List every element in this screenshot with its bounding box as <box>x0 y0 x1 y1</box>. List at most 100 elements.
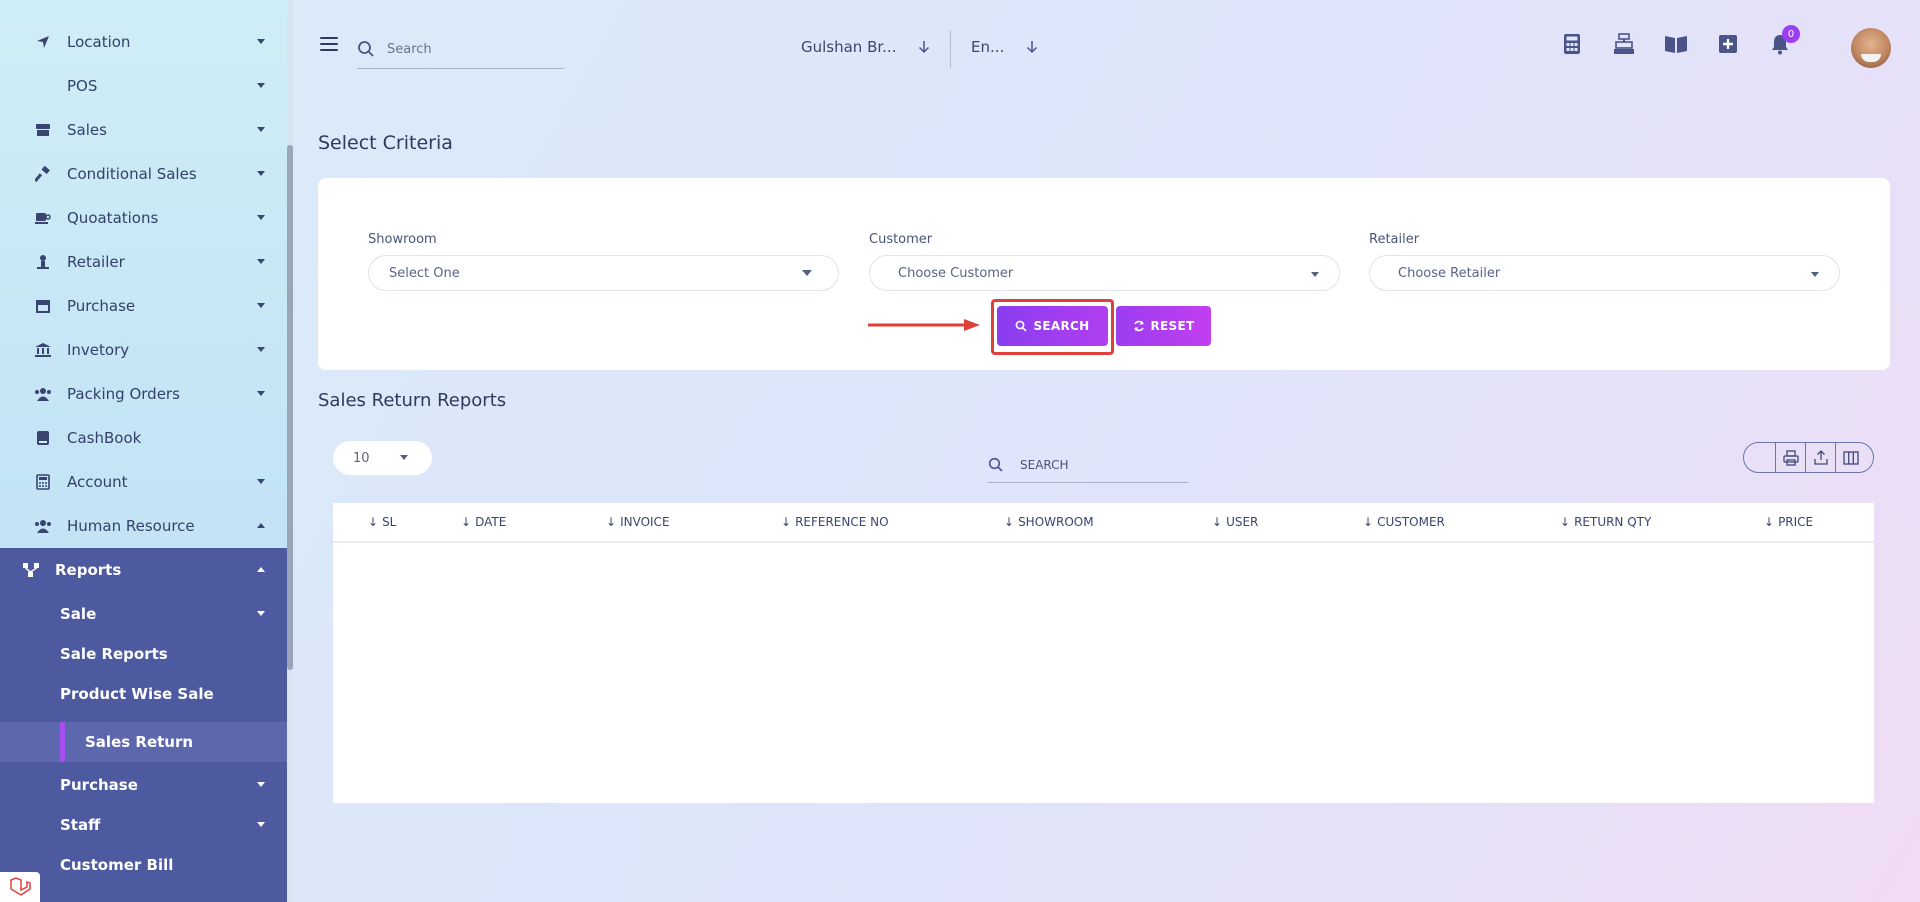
column-header-invoice[interactable]: ↓ INVOICE <box>606 515 670 529</box>
sidebar-subitem-purchase[interactable]: Purchase <box>0 765 287 805</box>
sidebar-item-label: CashBook <box>67 429 142 447</box>
column-header-date[interactable]: ↓ DATE <box>461 515 506 529</box>
column-header-sl[interactable]: ↓ SL <box>368 515 396 529</box>
column-header-price[interactable]: ↓ PRICE <box>1764 515 1813 529</box>
caret-down-icon <box>1811 272 1819 277</box>
laravel-icon[interactable] <box>0 872 40 902</box>
section-title: Sales Return Reports <box>318 390 507 411</box>
store-icon <box>34 121 52 139</box>
column-header-label: PRICE <box>1778 515 1814 529</box>
chevron-down-icon <box>257 127 265 132</box>
branch-dropdown[interactable]: Gulshan Br... <box>801 34 930 60</box>
hammer-icon <box>34 165 52 183</box>
column-header-label: SHOWROOM <box>1018 515 1094 529</box>
language-dropdown[interactable]: En... <box>971 34 1038 60</box>
sidebar-item-label: Sale <box>60 605 97 623</box>
column-header-showroom[interactable]: ↓ SHOWROOM <box>1004 515 1094 529</box>
reset-button-label: RESET <box>1150 319 1195 333</box>
sidebar-subitem-sales-return[interactable]: Sales Return <box>0 722 287 762</box>
calculator-icon <box>34 473 52 491</box>
sort-arrow-icon: ↓ <box>1212 515 1223 529</box>
caret-down-icon <box>1311 272 1319 277</box>
chevron-down-icon <box>257 611 265 616</box>
refresh-icon <box>1133 320 1145 332</box>
annotation-arrow <box>868 319 980 331</box>
chevron-down-icon <box>257 215 265 220</box>
sidebar-item-account[interactable]: Account <box>0 460 287 504</box>
column-header-return-qty[interactable]: ↓ RETURN QTY <box>1560 515 1651 529</box>
print-icon[interactable] <box>1775 443 1805 472</box>
sidebar-subitem-sale-reports[interactable]: Sale Reports <box>0 634 287 674</box>
calculator-icon[interactable] <box>1560 32 1584 56</box>
person-icon <box>34 253 52 271</box>
open-book-icon[interactable] <box>1664 32 1688 56</box>
search-icon <box>357 40 375 58</box>
sidebar-item-sales[interactable]: Sales <box>0 108 287 152</box>
sidebar-item-packing-orders[interactable]: Packing Orders <box>0 372 287 416</box>
sort-arrow-icon: ↓ <box>1764 515 1775 529</box>
sidebar-scrollbar-thumb[interactable] <box>287 145 293 670</box>
users-icon <box>34 385 52 403</box>
showroom-select[interactable]: Select One <box>368 255 839 291</box>
table-search-input[interactable] <box>1020 457 1170 472</box>
sidebar-item-conditional-sales[interactable]: Conditional Sales <box>0 152 287 196</box>
sidebar-item-label: Staff <box>60 816 101 834</box>
topbar-actions: 0 <box>1560 25 1800 60</box>
per-page-value: 10 <box>353 450 370 466</box>
users-icon <box>34 517 52 535</box>
page-title: Select Criteria <box>318 132 453 154</box>
sidebar-subitem-product-wise-sale[interactable]: Product Wise Sale <box>0 674 287 714</box>
search-button[interactable]: SEARCH <box>997 306 1108 346</box>
network-icon <box>22 562 40 578</box>
sidebar-item-label: Purchase <box>60 776 138 794</box>
sidebar-item-location[interactable]: Location <box>0 20 287 64</box>
sidebar-item-label: Location <box>67 33 131 51</box>
chevron-down-icon <box>257 259 265 264</box>
avatar[interactable] <box>1851 28 1891 68</box>
export-icon[interactable] <box>1805 443 1835 472</box>
divider <box>950 30 951 68</box>
pos-icon <box>34 77 52 95</box>
search-icon <box>988 457 1004 473</box>
hamburger-menu-icon[interactable] <box>320 37 338 51</box>
sidebar-subitem-sale[interactable]: Sale <box>0 594 287 634</box>
retailer-select[interactable]: Choose Retailer <box>1369 255 1840 291</box>
chevron-down-icon <box>257 39 265 44</box>
sidebar-item-retailer[interactable]: Retailer <box>0 240 287 284</box>
chevron-down-icon <box>257 391 265 396</box>
sidebar-item-cashbook[interactable]: CashBook <box>0 416 287 460</box>
table-header: ↓ SL ↓ DATE ↓ INVOICE ↓ REFERENCE NO ↓ SHOWRO… <box>333 503 1874 543</box>
chevron-down-icon <box>257 171 265 176</box>
sidebar-item-purchase[interactable]: Purchase <box>0 284 287 328</box>
customer-select-value: Choose Customer <box>898 265 1014 281</box>
sidebar-item-label: Sale Reports <box>60 645 168 663</box>
sidebar-item-invetory[interactable]: Invetory <box>0 328 287 372</box>
sidebar-item-human-resource[interactable]: Human Resource <box>0 504 287 548</box>
columns-icon[interactable] <box>1835 443 1865 472</box>
topbar: Gulshan Br... En... 0 <box>293 0 1920 95</box>
active-indicator <box>60 722 65 762</box>
column-header-label: USER <box>1226 515 1259 529</box>
search-button-label: SEARCH <box>1033 319 1090 333</box>
sidebar-item-quoatations[interactable]: Quoatations <box>0 196 287 240</box>
sidebar-subitem-staff[interactable]: Staff <box>0 805 287 845</box>
column-header-customer[interactable]: ↓ CUSTOMER <box>1363 515 1445 529</box>
column-header-user[interactable]: ↓ USER <box>1212 515 1258 529</box>
plus-square-icon[interactable] <box>1716 32 1740 56</box>
column-header-reference-no[interactable]: ↓ REFERENCE NO <box>781 515 889 529</box>
sidebar-item-reports[interactable]: Reports <box>0 550 287 590</box>
sidebar-item-label: Retailer <box>67 253 125 271</box>
chevron-down-icon <box>257 822 265 827</box>
search-input[interactable] <box>387 41 547 57</box>
customer-select[interactable]: Choose Customer <box>869 255 1340 291</box>
bell-icon[interactable]: 0 <box>1768 25 1800 56</box>
sidebar-subitem-customer-bill[interactable]: Customer Bill <box>0 845 287 885</box>
chevron-down-icon <box>257 782 265 787</box>
mug-icon <box>34 209 52 227</box>
sidebar-scrollbar[interactable] <box>287 0 293 902</box>
cash-register-icon[interactable] <box>1612 32 1636 56</box>
reset-button[interactable]: RESET <box>1116 306 1211 346</box>
per-page-select[interactable]: 10 <box>333 441 432 475</box>
column-header-label: SL <box>382 515 397 529</box>
sidebar-item-pos[interactable]: POS <box>0 64 287 108</box>
